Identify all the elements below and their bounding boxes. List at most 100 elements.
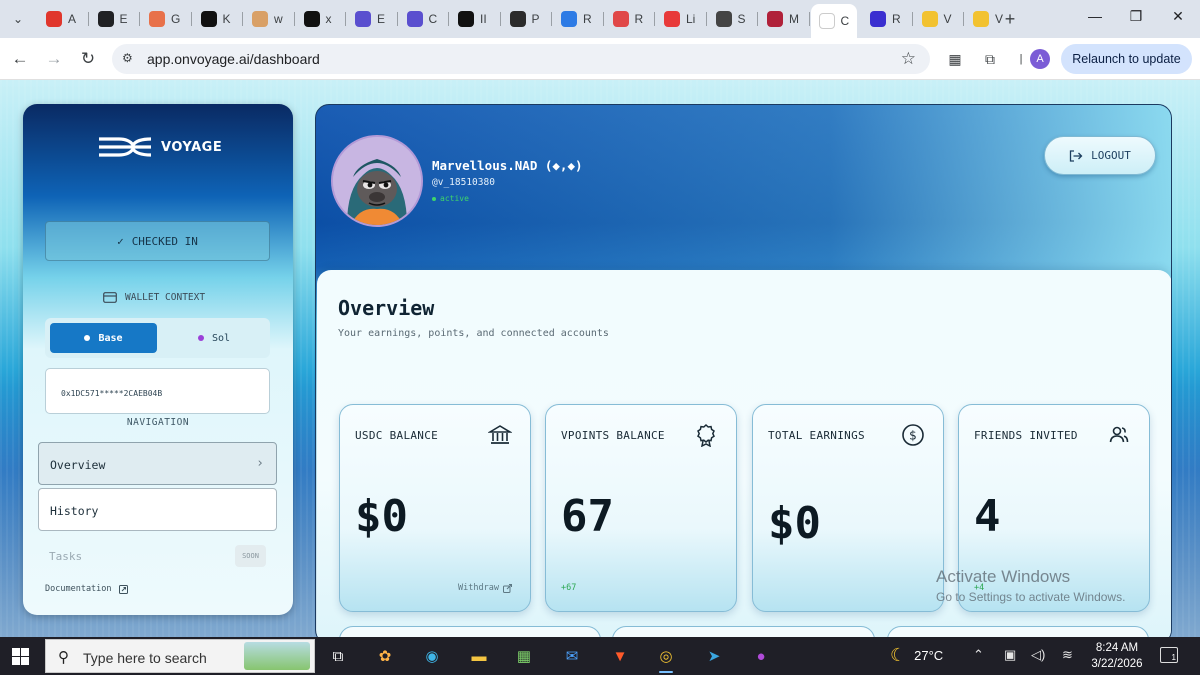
site-info-icon[interactable]: ⚙ (122, 51, 138, 67)
tab-favicon-icon (303, 11, 320, 27)
tab-search-icon[interactable]: ⌄ (6, 7, 30, 31)
browser-tab[interactable]: G (141, 6, 189, 32)
chrome-icon[interactable]: ◎ (651, 642, 681, 673)
system-clock[interactable]: 8:24 AM 3/22/2026 (1086, 640, 1148, 672)
chain-sol-button[interactable]: Sol (163, 323, 265, 353)
logout-icon (1069, 149, 1083, 162)
bookmark-star-icon[interactable]: ☆ (901, 49, 916, 69)
tray-chevron-icon[interactable]: ⌃ (973, 647, 984, 663)
reload-button[interactable]: ↻ (76, 47, 100, 71)
relaunch-button[interactable]: Relaunch to update (1061, 44, 1192, 74)
forward-button[interactable]: → (42, 47, 66, 71)
browser-tab[interactable]: x (296, 6, 344, 32)
chain-base-button[interactable]: Base (50, 323, 157, 353)
tab-favicon-icon (870, 11, 886, 27)
file-explorer-icon[interactable]: ▬ (464, 642, 494, 670)
checkmark-icon: ✓ (117, 234, 124, 248)
tab-separator (345, 12, 346, 26)
wallet-context-label: WALLET CONTEXT (125, 292, 206, 303)
edge-icon[interactable]: ◉ (417, 642, 447, 670)
browser-tab[interactable]: Li (656, 6, 704, 32)
tab-favicon-icon (973, 11, 989, 27)
tab-favicon-icon (664, 11, 680, 27)
checked-in-label: CHECKED IN (131, 234, 198, 248)
navigation-heading: NAVIGATION (126, 417, 190, 428)
checked-in-button[interactable]: ✓ CHECKED IN (45, 221, 270, 261)
withdraw-link[interactable]: Withdraw (458, 583, 512, 593)
browser-tab[interactable]: E (90, 6, 138, 32)
card-label: USDC BALANCE (355, 429, 439, 442)
browser-tab[interactable]: R (862, 6, 910, 32)
nav-history-label: History (50, 504, 99, 518)
store-icon[interactable]: ▦ (509, 642, 539, 670)
minimize-button[interactable]: — (1083, 8, 1107, 24)
browser-tab[interactable]: P (502, 6, 550, 32)
copilot-icon[interactable]: ✿ (370, 642, 400, 670)
watermark-title: Activate Windows (936, 567, 1071, 586)
tab-title: M (789, 12, 799, 26)
tab-favicon-icon (561, 11, 577, 27)
avatar[interactable] (331, 135, 423, 227)
address-bar[interactable]: ⚙ app.onvoyage.ai/dashboard ☆ (112, 44, 930, 74)
browser-tab[interactable]: S (708, 6, 756, 32)
tab-favicon-icon (767, 11, 783, 27)
taskbar-search-input[interactable]: ⚲ Type here to search (45, 639, 315, 673)
watermark-subtitle: Go to Settings to activate Windows. (936, 590, 1126, 604)
qr-code-icon[interactable]: ▦ (944, 48, 966, 70)
meet-now-icon[interactable]: ▣ (1004, 647, 1016, 663)
maximize-button[interactable]: ❐ (1124, 8, 1148, 25)
browser-tab[interactable]: II (450, 6, 498, 32)
card-label: FRIENDS INVITED (974, 429, 1078, 442)
browser-tab[interactable]: V (914, 6, 962, 32)
profile-avatar[interactable]: A (1030, 49, 1050, 69)
chain-base-label: Base (98, 332, 123, 344)
notifications-icon[interactable]: 1 (1160, 647, 1178, 663)
logout-button[interactable]: LOGOUT (1044, 136, 1156, 175)
tab-favicon-icon (509, 11, 526, 27)
documentation-link[interactable]: Documentation (45, 584, 128, 594)
nav-item-overview[interactable]: Overview › (38, 442, 277, 485)
wallet-address[interactable]: 0x1DC571*****2CAEB04B (45, 368, 270, 414)
brand-logo[interactable]: VOYAGE (99, 136, 222, 158)
browser-tab[interactable]: M (759, 6, 807, 32)
page-subtitle: Your earnings, points, and connected acc… (338, 328, 609, 339)
withdraw-label: Withdraw (458, 583, 499, 593)
browser-tab[interactable]: R (553, 6, 601, 32)
tab-favicon-icon (612, 11, 629, 27)
award-icon (697, 423, 715, 447)
back-button[interactable]: ← (8, 47, 32, 71)
weather-temp: 27°C (914, 648, 944, 663)
tab-separator (293, 12, 295, 26)
browser-tab[interactable]: K (193, 6, 241, 32)
browser-tab[interactable]: C (399, 6, 447, 32)
usdc-balance-value: $0 (355, 491, 408, 542)
browser-tab[interactable]: w (244, 6, 292, 32)
tab-separator (911, 12, 913, 26)
volume-icon[interactable]: ◁) (1031, 647, 1045, 663)
sol-dot-icon (197, 335, 204, 341)
chat-app-icon[interactable]: ● (746, 642, 776, 670)
chain-sol-label: Sol (211, 332, 231, 344)
vpoints-delta: +67 (561, 583, 577, 593)
browser-tab[interactable]: C✕ (810, 4, 857, 38)
browser-tab[interactable]: E (347, 6, 395, 32)
browser-tab[interactable]: A (38, 6, 86, 32)
outlook-icon[interactable]: ✉ (557, 642, 587, 670)
brave-icon[interactable]: ▼ (605, 642, 635, 670)
usdc-balance-card: USDC BALANCE $0 Withdraw (339, 404, 531, 612)
tab-title: II (480, 12, 487, 26)
tab-title: R (892, 12, 901, 26)
windows-start-icon[interactable] (12, 648, 29, 665)
tab-title: R (634, 12, 644, 26)
nav-item-history[interactable]: History (38, 488, 277, 531)
tab-favicon-icon (715, 11, 732, 27)
clock-time: 8:24 AM (1095, 642, 1139, 654)
browser-tab[interactable]: R (605, 6, 653, 32)
new-tab-button[interactable]: + (999, 8, 1021, 30)
network-icon[interactable]: ≋ (1062, 647, 1073, 663)
task-view-icon[interactable]: ⧉ (323, 642, 353, 670)
telegram-icon[interactable]: ➤ (699, 642, 729, 670)
weather-widget[interactable]: ☾ 27°C (890, 645, 943, 666)
extensions-icon[interactable]: ⧉ (979, 48, 1001, 70)
close-window-button[interactable]: ✕ (1166, 8, 1190, 25)
